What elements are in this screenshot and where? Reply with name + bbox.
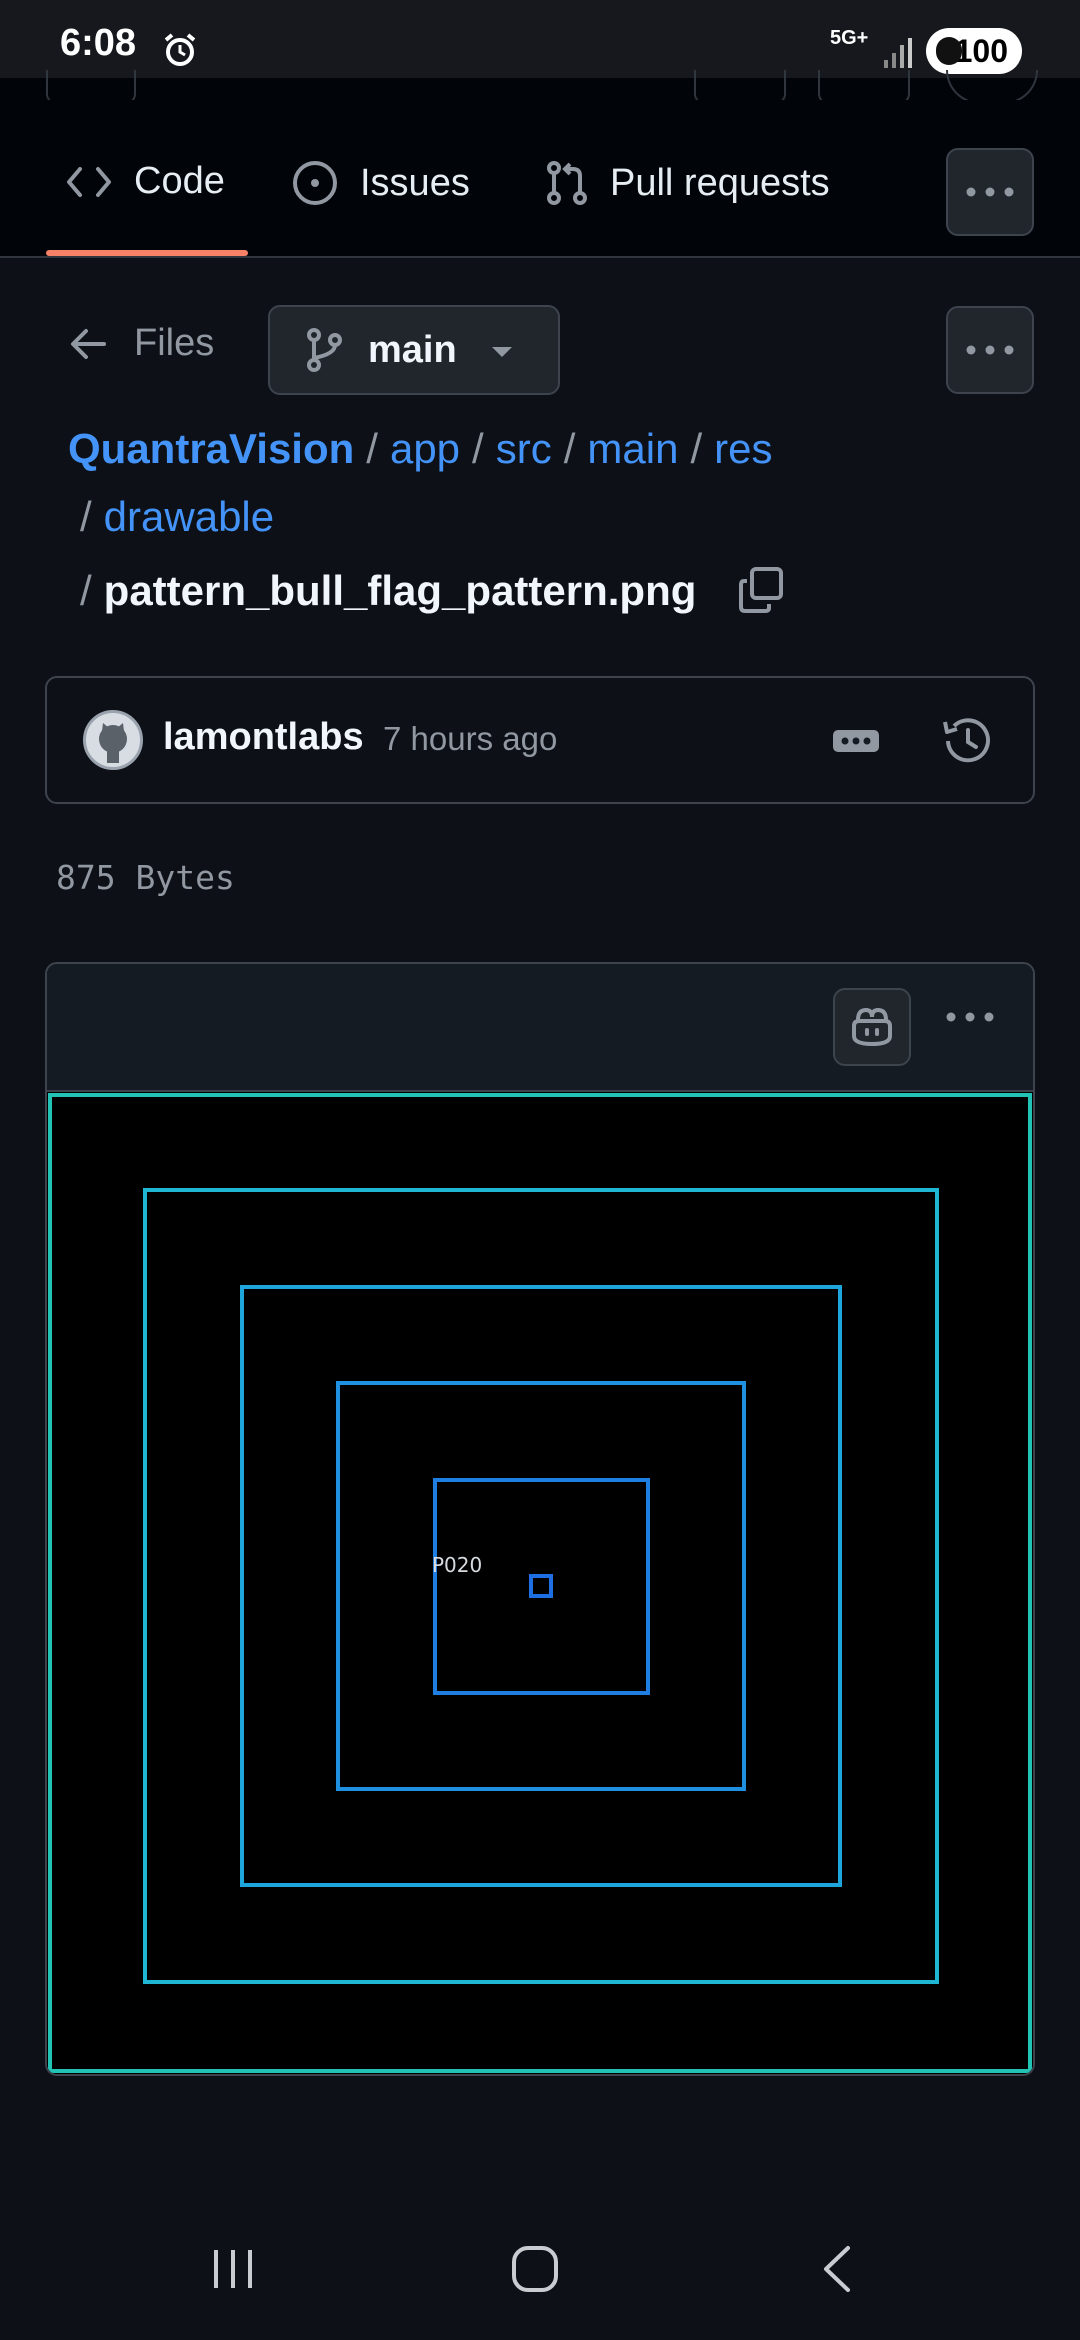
triangle-down-icon xyxy=(492,347,512,357)
commit-author[interactable]: lamontlabs xyxy=(163,716,364,759)
image-frame-1 xyxy=(48,1093,1032,2073)
image-frame-5 xyxy=(433,1478,650,1695)
viewer-header xyxy=(47,964,1033,1092)
branch-selector[interactable]: main xyxy=(268,305,560,395)
tab-pull-requests[interactable]: Pull requests xyxy=(546,160,830,206)
back-icon[interactable] xyxy=(818,2244,854,2294)
image-label: P020 xyxy=(432,1553,483,1577)
breadcrumb-separator: / xyxy=(690,425,703,472)
copilot-icon xyxy=(852,1007,892,1047)
image-frame-6 xyxy=(529,1574,553,1598)
file-nav-more-button[interactable] xyxy=(946,306,1034,394)
battery-saver-icon xyxy=(936,37,962,65)
kebab-horizontal-icon[interactable] xyxy=(945,1012,995,1022)
breadcrumb-separator: / xyxy=(472,425,484,472)
latest-commit-box: lamontlabs 7 hours ago xyxy=(45,676,1035,804)
files-back-label: Files xyxy=(134,322,215,364)
commit-time: 7 hours ago xyxy=(383,720,558,757)
copy-icon[interactable] xyxy=(738,566,784,614)
network-type: 5G+ xyxy=(830,27,869,49)
header-menu-button[interactable] xyxy=(46,70,136,104)
branch-name: main xyxy=(368,328,457,371)
image-frame-4 xyxy=(336,1381,746,1791)
copilot-button[interactable] xyxy=(833,988,911,1066)
history-icon[interactable] xyxy=(939,714,993,768)
pattern-image xyxy=(48,1093,1032,2073)
breadcrumb-separator: / xyxy=(80,493,92,540)
battery-level: 100 xyxy=(954,32,1008,69)
breadcrumb-link-app[interactable]: app xyxy=(390,425,460,472)
alarm-icon xyxy=(164,33,196,66)
breadcrumb-separator: / xyxy=(80,567,92,614)
file-size: 875 Bytes xyxy=(56,858,235,897)
tab-issues[interactable]: Issues xyxy=(292,160,470,206)
selected-tab-indicator xyxy=(46,250,248,256)
repo-nav: Code Issues Pull requests xyxy=(0,100,1080,258)
android-nav-bar xyxy=(0,2190,1080,2340)
battery-indicator: 100 xyxy=(926,28,1022,74)
breadcrumb-file-name: pattern_bull_flag_pattern.png xyxy=(103,567,697,614)
tab-issues-label: Issues xyxy=(360,161,470,204)
breadcrumb-link-src[interactable]: src xyxy=(496,425,552,472)
kebab-horizontal-icon xyxy=(966,187,1014,197)
tab-code[interactable]: Code xyxy=(66,160,225,203)
home-icon[interactable] xyxy=(510,2244,560,2294)
breadcrumb: QuantraVision / app / src / main / res xyxy=(68,424,772,474)
commit-message-toggle-icon[interactable] xyxy=(833,730,879,752)
tab-pull-requests-label: Pull requests xyxy=(610,161,830,204)
issue-opened-icon xyxy=(293,161,337,205)
arrow-left-icon xyxy=(71,328,106,359)
breadcrumb-link-drawable[interactable]: drawable xyxy=(104,493,274,540)
header-remnant xyxy=(0,78,1080,102)
github-mark-icon xyxy=(99,723,127,763)
tab-code-label: Code xyxy=(134,160,225,202)
breadcrumb-line-3: / pattern_bull_flag_pattern.png xyxy=(68,566,696,616)
code-icon xyxy=(67,166,111,197)
git-pull-request-icon xyxy=(547,161,587,205)
breadcrumb-line-2: / drawable xyxy=(68,492,274,542)
header-notifications-button[interactable] xyxy=(818,70,910,104)
status-bar: 6:08 5G+ 100 xyxy=(0,0,1080,78)
kebab-horizontal-icon xyxy=(966,345,1014,355)
breadcrumb-separator: / xyxy=(563,425,576,472)
files-back-button[interactable]: Files xyxy=(70,322,214,365)
image-frame-2 xyxy=(143,1188,939,1984)
status-time: 6:08 xyxy=(60,22,137,64)
breadcrumb-repo-link[interactable]: QuantraVision xyxy=(68,425,354,472)
breadcrumb-link-main[interactable]: main xyxy=(587,425,678,472)
image-preview xyxy=(47,1092,1033,2074)
image-viewer xyxy=(45,962,1035,2076)
git-branch-icon xyxy=(307,328,342,372)
recent-apps-icon[interactable] xyxy=(210,2246,256,2292)
signal-icon xyxy=(884,38,912,68)
avatar[interactable] xyxy=(83,710,143,770)
header-search-button[interactable] xyxy=(694,70,786,104)
breadcrumb-separator: / xyxy=(366,425,378,472)
breadcrumb-link-res[interactable]: res xyxy=(714,425,772,472)
image-frame-3 xyxy=(240,1285,842,1887)
repo-nav-more-button[interactable] xyxy=(946,148,1034,236)
